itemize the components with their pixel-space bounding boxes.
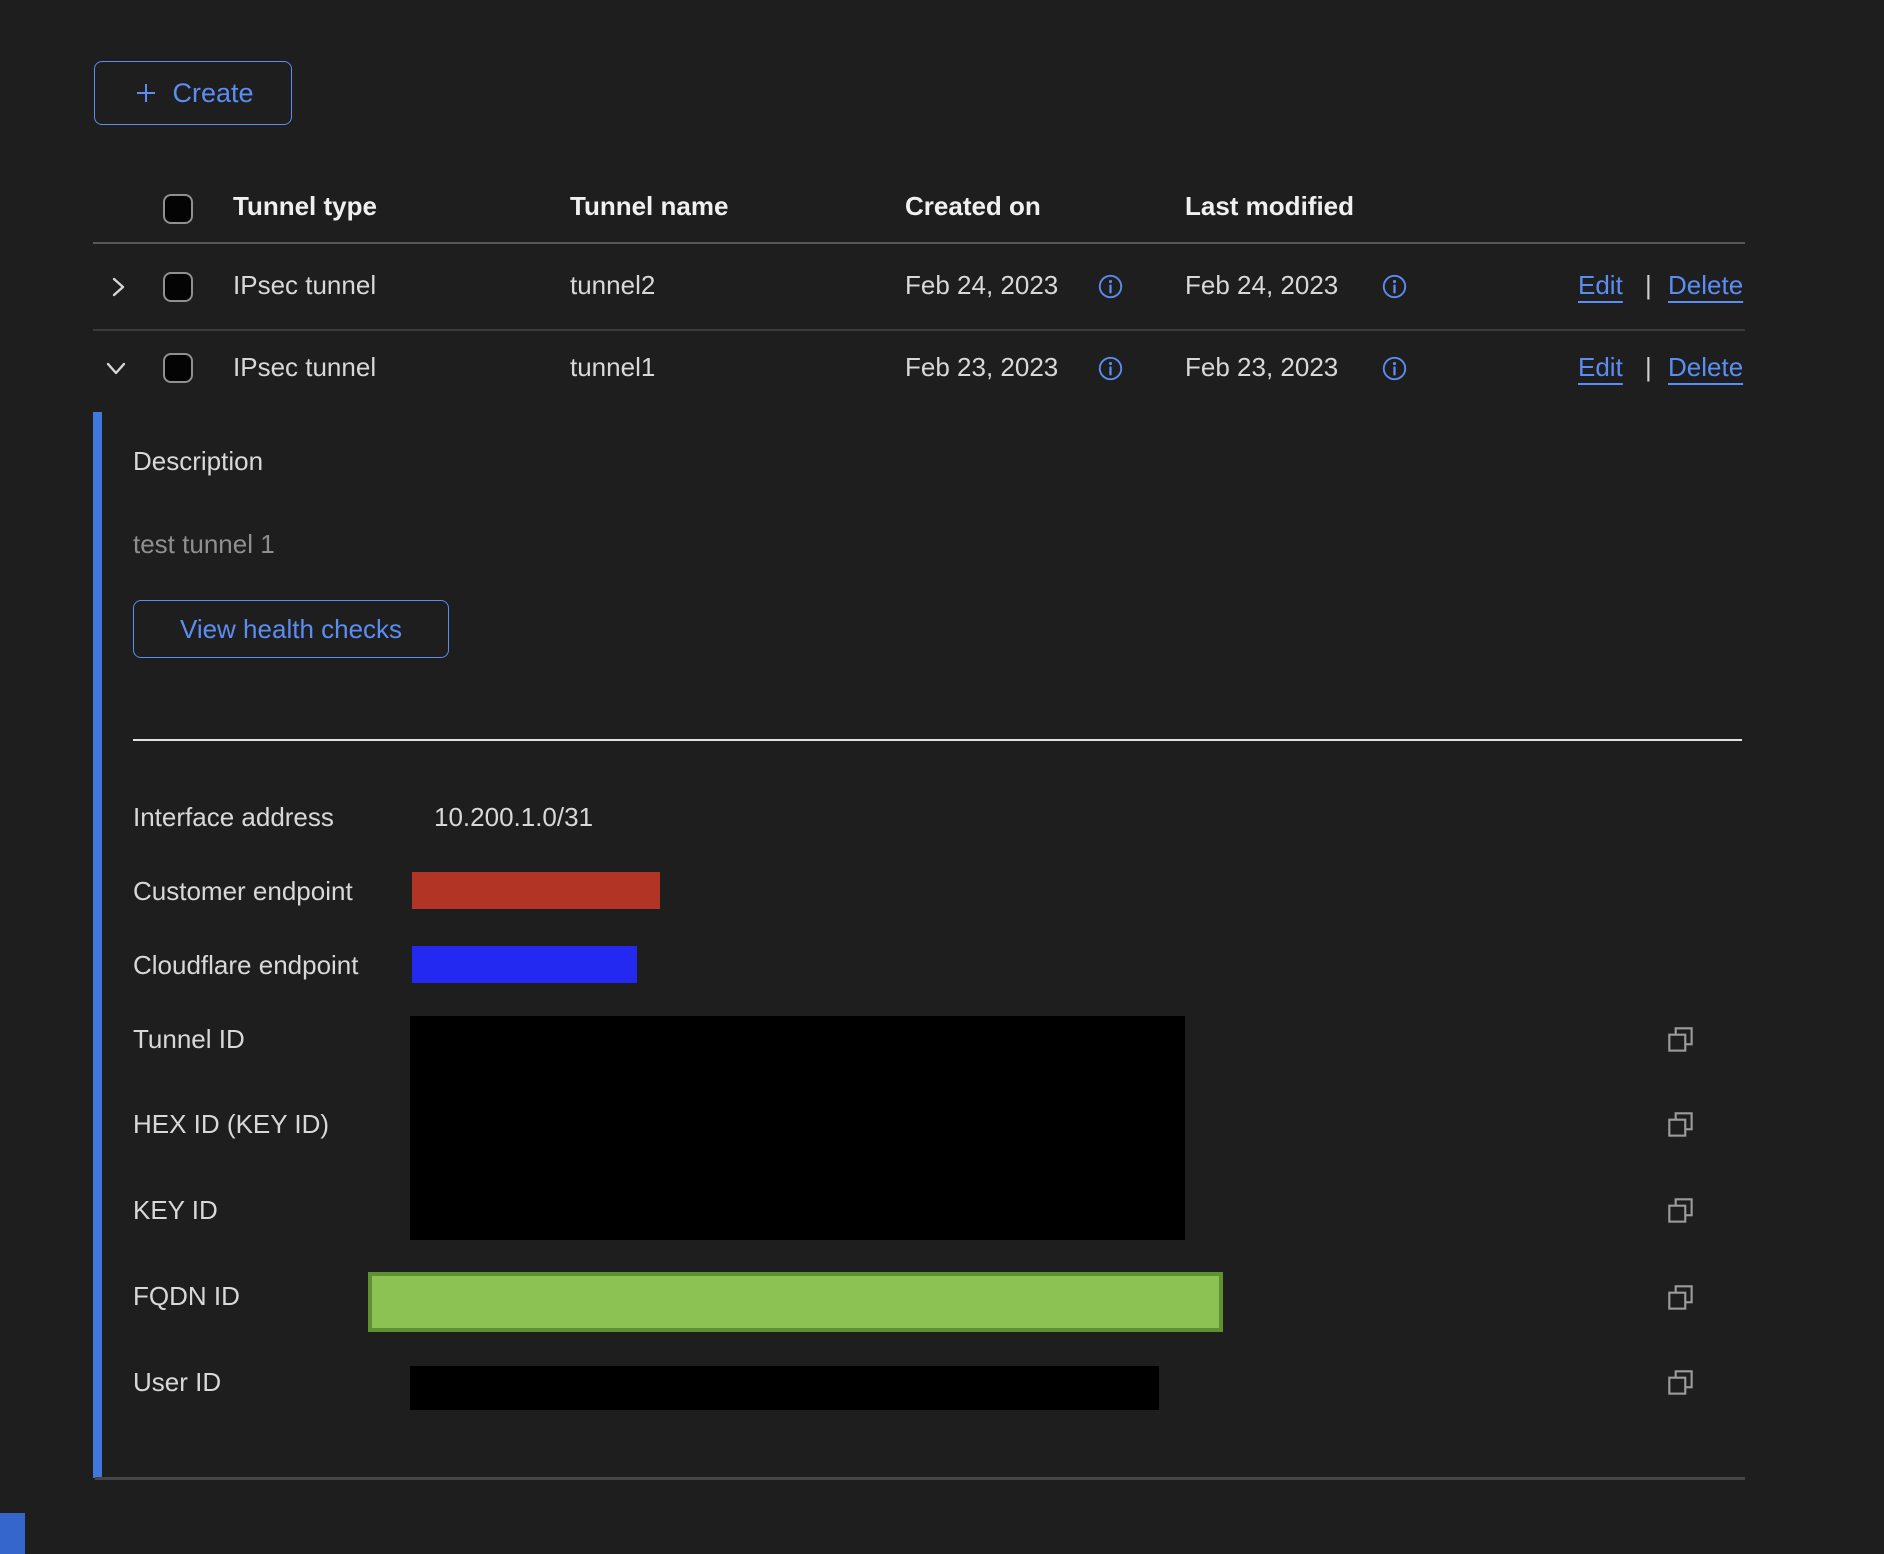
- hex-id-label: HEX ID (KEY ID): [133, 1109, 329, 1140]
- plus-icon: [132, 79, 160, 107]
- select-all-checkbox[interactable]: [163, 194, 193, 224]
- ids-redacted-value: [410, 1016, 1185, 1240]
- tunnel-type-cell: IPsec tunnel: [233, 270, 376, 301]
- copy-user-id-button[interactable]: [1664, 1366, 1698, 1400]
- tunnel-id-label: Tunnel ID: [133, 1024, 245, 1055]
- tunnel-type-cell: IPsec tunnel: [233, 352, 376, 383]
- copy-fqdn-id-button[interactable]: [1664, 1281, 1698, 1315]
- last-modified-info[interactable]: [1382, 274, 1407, 299]
- chevron-right-icon: [105, 274, 131, 300]
- created-on-info[interactable]: [1098, 356, 1123, 381]
- row-expander-tunnel1[interactable]: [103, 355, 129, 381]
- last-modified-cell: Feb 24, 2023: [1185, 270, 1338, 301]
- copy-key-id-button[interactable]: [1664, 1194, 1698, 1228]
- edit-link-tunnel2[interactable]: Edit: [1578, 270, 1623, 301]
- created-on-cell: Feb 24, 2023: [905, 270, 1058, 301]
- copy-icon: [1664, 1281, 1698, 1315]
- fqdn-id-redacted-value: [368, 1272, 1223, 1332]
- last-modified-cell: Feb 23, 2023: [1185, 352, 1338, 383]
- copy-hex-id-button[interactable]: [1664, 1108, 1698, 1142]
- description-label: Description: [133, 446, 263, 477]
- tunnel-name-cell: tunnel1: [570, 352, 655, 383]
- view-health-checks-button[interactable]: View health checks: [133, 600, 449, 658]
- expanded-row-accent-bar: [93, 412, 102, 1478]
- view-health-checks-label: View health checks: [180, 614, 402, 645]
- info-icon: [1382, 356, 1407, 381]
- row-divider: [93, 329, 1745, 331]
- ipsec-tunnels-page: Create Tunnel type Tunnel name Created o…: [0, 0, 1884, 1554]
- key-id-label: KEY ID: [133, 1195, 218, 1226]
- chevron-down-icon: [103, 355, 129, 381]
- fqdn-id-label: FQDN ID: [133, 1281, 240, 1312]
- created-on-cell: Feb 23, 2023: [905, 352, 1058, 383]
- customer-endpoint-label: Customer endpoint: [133, 876, 353, 907]
- info-icon: [1098, 274, 1123, 299]
- edit-link-tunnel1[interactable]: Edit: [1578, 352, 1623, 383]
- description-value: test tunnel 1: [133, 529, 275, 560]
- column-header-last-modified: Last modified: [1185, 191, 1354, 222]
- column-header-created-on: Created on: [905, 191, 1041, 222]
- copy-tunnel-id-button[interactable]: [1664, 1023, 1698, 1057]
- cloudflare-endpoint-label: Cloudflare endpoint: [133, 950, 359, 981]
- row-checkbox-tunnel2[interactable]: [163, 272, 193, 302]
- row-checkbox-tunnel1[interactable]: [163, 353, 193, 383]
- expanded-row-bottom-border: [95, 1477, 1745, 1480]
- detail-divider: [133, 739, 1742, 741]
- create-button[interactable]: Create: [94, 61, 292, 125]
- tunnel-name-cell: tunnel2: [570, 270, 655, 301]
- create-button-label: Create: [172, 78, 253, 109]
- action-separator: |: [1645, 270, 1652, 301]
- bottom-left-accent-fragment: [0, 1513, 25, 1554]
- action-separator: |: [1645, 352, 1652, 383]
- interface-address-label: Interface address: [133, 802, 334, 833]
- column-header-tunnel-type: Tunnel type: [233, 191, 377, 222]
- last-modified-info[interactable]: [1382, 356, 1407, 381]
- user-id-label: User ID: [133, 1367, 221, 1398]
- cloudflare-endpoint-redacted-value: [412, 946, 637, 983]
- info-icon: [1382, 274, 1407, 299]
- copy-icon: [1664, 1366, 1698, 1400]
- delete-link-tunnel1[interactable]: Delete: [1668, 352, 1743, 383]
- user-id-redacted-value: [410, 1366, 1159, 1410]
- copy-icon: [1664, 1108, 1698, 1142]
- delete-link-tunnel2[interactable]: Delete: [1668, 270, 1743, 301]
- info-icon: [1098, 356, 1123, 381]
- header-divider: [93, 242, 1745, 244]
- copy-icon: [1664, 1023, 1698, 1057]
- copy-icon: [1664, 1194, 1698, 1228]
- customer-endpoint-redacted-value: [412, 872, 660, 909]
- created-on-info[interactable]: [1098, 274, 1123, 299]
- column-header-tunnel-name: Tunnel name: [570, 191, 728, 222]
- row-expander-tunnel2[interactable]: [105, 274, 131, 300]
- interface-address-value: 10.200.1.0/31: [434, 802, 593, 833]
